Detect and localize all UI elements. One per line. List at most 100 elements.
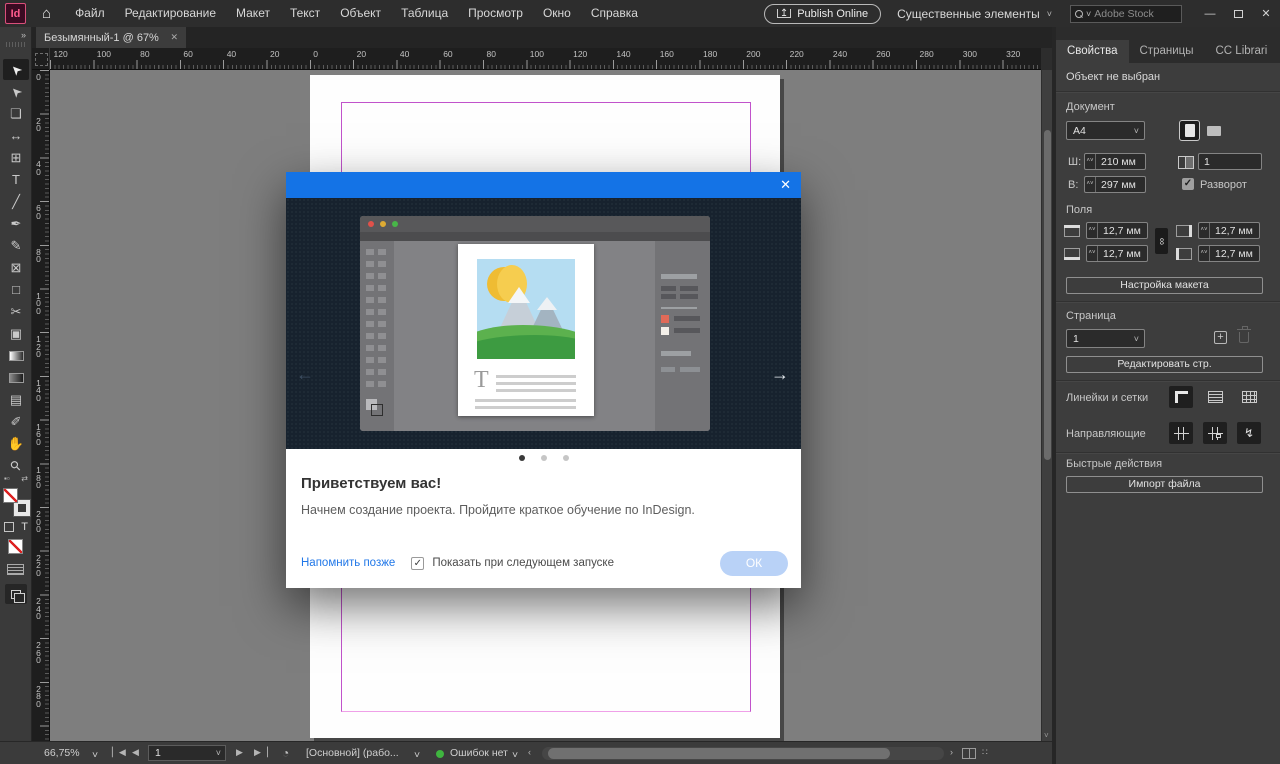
carousel-dot-3[interactable] — [563, 455, 569, 461]
menu-item-3[interactable]: Макет — [226, 0, 280, 27]
last-page-button[interactable]: ▶▕ — [254, 747, 268, 758]
free-transform-tool[interactable]: ▣ — [3, 323, 29, 344]
menu-item-7[interactable]: Просмотр — [458, 0, 533, 27]
scissors-tool[interactable]: ✂ — [3, 301, 29, 322]
zoom-chevron-icon[interactable]: ˅ — [92, 749, 98, 761]
ok-button[interactable]: ОК — [720, 551, 788, 576]
previous-page-button[interactable]: ◀ — [132, 747, 139, 758]
margin-inside-field[interactable]: ˄˅ 12,7 мм — [1198, 245, 1260, 262]
show-on-startup-checkbox[interactable]: ✓ — [411, 557, 424, 570]
menu-item-4[interactable]: Текст — [280, 0, 330, 27]
direct-selection-tool[interactable]: ➤ — [3, 81, 29, 102]
fill-swatch[interactable] — [3, 488, 18, 503]
vertical-scrollbar[interactable]: ˅ — [1041, 70, 1052, 741]
preflight-chevron-icon[interactable]: ˅ — [512, 749, 518, 761]
adjust-layout-button[interactable]: Настройка макета — [1066, 277, 1263, 294]
link-margins-button[interactable]: ∞ — [1155, 228, 1168, 254]
vertical-ruler[interactable]: 020406080100120140160180200220240260280 — [32, 70, 50, 741]
tab-close-icon[interactable]: ✕ — [170, 32, 178, 43]
zoom-tool[interactable]: ⚲ — [3, 455, 29, 476]
apply-none-button[interactable] — [8, 539, 23, 554]
delete-page-button[interactable] — [1239, 332, 1249, 343]
master-chevron-icon[interactable]: ˅ — [414, 749, 420, 761]
ruler-origin-box[interactable] — [32, 48, 50, 70]
document-tab[interactable]: Безымянный-1 @ 67% ✕ — [36, 27, 186, 48]
pencil-tool[interactable]: ✎ — [3, 235, 29, 256]
scroll-left-icon[interactable]: ‹ — [528, 747, 531, 757]
preflight-status-text[interactable]: Ошибок нет — [450, 747, 508, 759]
stepper-icon[interactable]: ˄˅ — [1085, 177, 1096, 192]
gradient-tool[interactable] — [3, 345, 29, 366]
view-options-icon[interactable] — [7, 564, 24, 575]
search-input[interactable] — [1094, 8, 1164, 20]
import-file-button[interactable]: Импорт файла — [1066, 476, 1263, 493]
fill-stroke-swatches[interactable] — [3, 488, 30, 516]
next-page-button[interactable]: ▶ — [236, 747, 243, 758]
orientation-landscape-button[interactable] — [1204, 121, 1223, 140]
menu-item-1[interactable]: Файл — [65, 0, 115, 27]
note-tool[interactable]: ▤ — [3, 389, 29, 410]
facing-pages-checkbox[interactable]: ✓ — [1182, 178, 1194, 190]
stepper-icon[interactable]: ˄˅ — [1087, 246, 1098, 261]
scroll-right-icon[interactable]: › — [950, 747, 953, 757]
carousel-previous-icon[interactable]: ← — [296, 364, 314, 385]
page-size-select[interactable]: A4 ˅ — [1066, 121, 1145, 140]
default-swatches-icon[interactable]: ▪▫ — [4, 474, 10, 483]
page-number-box[interactable]: 1 ˅ — [148, 745, 226, 761]
page-tool[interactable]: ❏ — [3, 103, 29, 124]
swap-fill-stroke-icon[interactable]: ⇄ — [21, 474, 28, 483]
home-icon[interactable]: ⌂ — [42, 5, 51, 22]
adobe-stock-search[interactable]: ˅ — [1070, 5, 1182, 23]
margin-outside-field[interactable]: ˄˅ 12,7 мм — [1198, 222, 1260, 239]
rulers-toggle-button[interactable] — [1169, 386, 1193, 408]
menu-item-9[interactable]: Справка — [581, 0, 648, 27]
stepper-icon[interactable]: ˄˅ — [1199, 246, 1210, 261]
smart-guides-button[interactable]: ↯ — [1237, 422, 1261, 444]
edit-page-button[interactable]: Редактировать стр. — [1066, 356, 1263, 373]
toolbar-grip[interactable] — [6, 42, 26, 47]
stepper-icon[interactable]: ˄˅ — [1085, 154, 1096, 169]
lock-guides-button[interactable] — [1203, 422, 1227, 444]
margin-bottom-field[interactable]: ˄˅ 12,7 мм — [1086, 245, 1148, 262]
publish-online-button[interactable]: ↥ Publish Online — [764, 4, 881, 24]
height-field[interactable]: ˄˅ 297 мм — [1084, 176, 1146, 193]
content-collector-tool[interactable]: ⊞ — [3, 147, 29, 168]
restore-button[interactable] — [1224, 0, 1252, 27]
carousel-next-icon[interactable]: → — [771, 364, 789, 385]
tab-pages[interactable]: Страницы — [1129, 40, 1205, 63]
rectangle-tool[interactable]: □ — [3, 279, 29, 300]
first-page-button[interactable]: ▏◀ — [112, 747, 126, 758]
preflight-gauge-icon[interactable]: ◔ — [282, 746, 289, 760]
margin-top-field[interactable]: ˄˅ 12,7 мм — [1086, 222, 1148, 239]
document-grid-button[interactable] — [1237, 386, 1261, 408]
guides-toggle-button[interactable] — [1169, 422, 1193, 444]
minimize-button[interactable]: — — [1196, 0, 1224, 27]
workspace-switcher[interactable]: Существенные элементы ˅ — [897, 7, 1052, 21]
tab-cc-libraries[interactable]: CC Libraries — [1205, 40, 1267, 63]
line-tool[interactable]: ╱ — [3, 191, 29, 212]
horizontal-scrollbar-thumb[interactable] — [548, 748, 890, 759]
add-page-button[interactable]: + — [1214, 331, 1227, 344]
close-button[interactable]: ✕ — [1252, 0, 1280, 27]
stepper-icon[interactable]: ˄˅ — [1199, 223, 1210, 238]
menu-item-8[interactable]: Окно — [533, 0, 581, 27]
menu-item-2[interactable]: Редактирование — [115, 0, 226, 27]
scroll-down-icon[interactable]: ˅ — [1044, 731, 1049, 740]
hand-tool[interactable]: ✋ — [3, 433, 29, 454]
toolbar-expand-icon[interactable]: » — [21, 30, 26, 40]
page-select[interactable]: 1 ˅ — [1066, 329, 1145, 348]
eyedropper-tool[interactable]: ✐ — [3, 411, 29, 432]
formatting-affects-container-icon[interactable] — [4, 522, 14, 532]
split-view-icon[interactable] — [962, 748, 976, 759]
zoom-level[interactable]: 66,75% — [44, 747, 80, 759]
screen-mode-button[interactable] — [5, 584, 27, 604]
width-field[interactable]: ˄˅ 210 мм — [1084, 153, 1146, 170]
dialog-close-icon[interactable]: ✕ — [780, 177, 791, 193]
selection-tool[interactable]: ➤ — [3, 59, 29, 80]
pen-tool[interactable]: ✒ — [3, 213, 29, 234]
orientation-portrait-button[interactable] — [1180, 121, 1199, 140]
gap-tool[interactable]: ↔ — [3, 125, 29, 146]
carousel-dot-1[interactable] — [519, 455, 525, 461]
frame-tool[interactable]: ⊠ — [3, 257, 29, 278]
baseline-grid-button[interactable] — [1203, 386, 1227, 408]
